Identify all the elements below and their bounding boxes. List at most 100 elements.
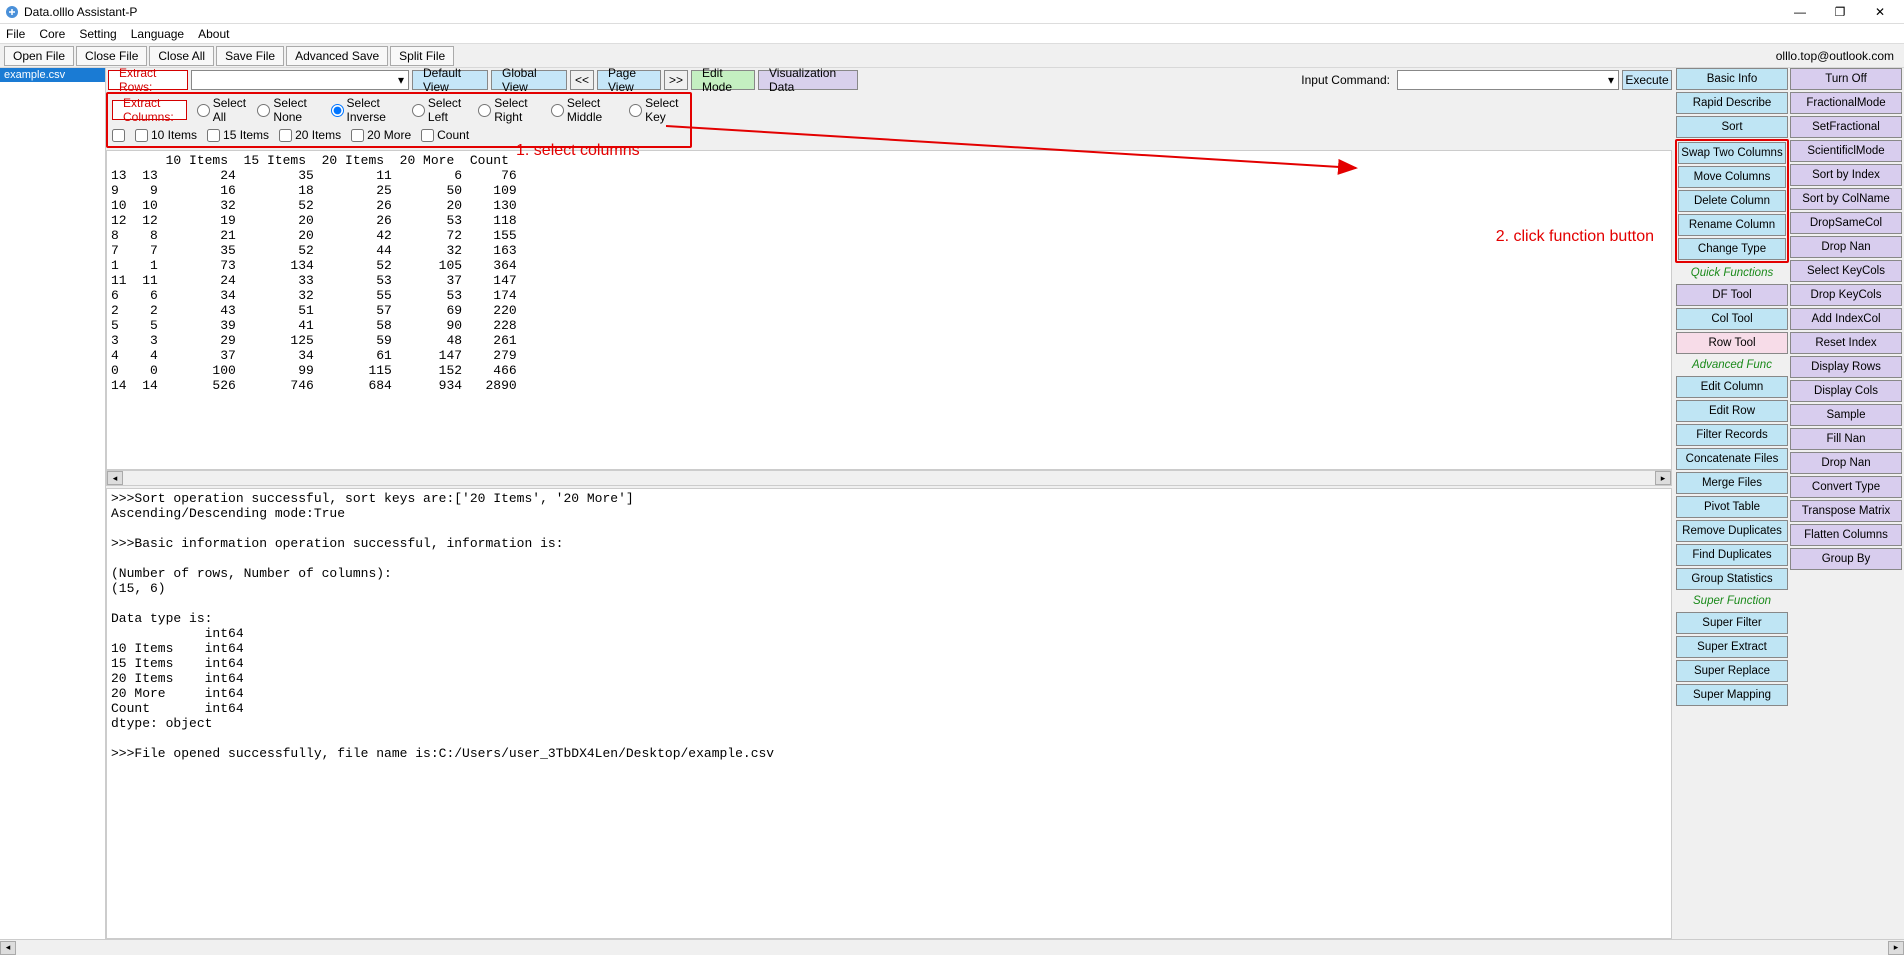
- file-tab-example[interactable]: example.csv: [0, 68, 105, 82]
- menu-core[interactable]: Core: [39, 27, 65, 41]
- panel-btn-display-rows[interactable]: Display Rows: [1790, 356, 1902, 378]
- panel-btn-drop-nan[interactable]: Drop Nan: [1790, 236, 1902, 258]
- panel-btn-rapid-describe[interactable]: Rapid Describe: [1676, 92, 1788, 114]
- split-file-button[interactable]: Split File: [390, 46, 454, 66]
- panel-btn-select-keycols[interactable]: Select KeyCols: [1790, 260, 1902, 282]
- check-count[interactable]: Count: [421, 128, 469, 142]
- panel-btn-merge-files[interactable]: Merge Files: [1676, 472, 1788, 494]
- edit-mode-button[interactable]: Edit Mode: [691, 70, 755, 90]
- menubar: File Core Setting Language About: [0, 24, 1904, 44]
- panel-btn-super-replace[interactable]: Super Replace: [1676, 660, 1788, 682]
- check-20more[interactable]: 20 More: [351, 128, 411, 142]
- scroll-left-icon[interactable]: ◂: [107, 471, 123, 485]
- default-view-button[interactable]: Default View: [412, 70, 488, 90]
- panel-btn-reset-index[interactable]: Reset Index: [1790, 332, 1902, 354]
- extract-columns-panel: Extract Columns: Select All Select None …: [106, 92, 692, 148]
- panel-btn-sort-by-colname[interactable]: Sort by ColName: [1790, 188, 1902, 210]
- panel-btn-super-extract[interactable]: Super Extract: [1676, 636, 1788, 658]
- save-file-button[interactable]: Save File: [216, 46, 284, 66]
- radio-select-none[interactable]: Select None: [257, 96, 320, 124]
- panel-btn-row-tool[interactable]: Row Tool: [1676, 332, 1788, 354]
- radio-select-middle[interactable]: Select Middle: [551, 96, 619, 124]
- window-hscroll[interactable]: ◂ ▸: [0, 939, 1904, 955]
- panel-btn-sample[interactable]: Sample: [1790, 404, 1902, 426]
- panel-btn-move-columns[interactable]: Move Columns: [1678, 166, 1786, 188]
- app-icon: [4, 4, 20, 20]
- panel-btn-scientificlmode[interactable]: ScientificlMode: [1790, 140, 1902, 162]
- radio-select-left[interactable]: Select Left: [412, 96, 468, 124]
- panel-btn-drop-nan[interactable]: Drop Nan: [1790, 452, 1902, 474]
- panel-btn-super-mapping[interactable]: Super Mapping: [1676, 684, 1788, 706]
- panel-btn-filter-records[interactable]: Filter Records: [1676, 424, 1788, 446]
- extract-rows-combo[interactable]: ▾: [191, 70, 409, 90]
- menu-file[interactable]: File: [6, 27, 25, 41]
- global-view-button[interactable]: Global View: [491, 70, 567, 90]
- maximize-button[interactable]: ❐: [1820, 0, 1860, 24]
- panel-btn-swap-two-columns[interactable]: Swap Two Columns: [1678, 142, 1786, 164]
- panel-btn-col-tool[interactable]: Col Tool: [1676, 308, 1788, 330]
- close-button[interactable]: ✕: [1860, 0, 1900, 24]
- panel-btn-fill-nan[interactable]: Fill Nan: [1790, 428, 1902, 450]
- radio-select-all[interactable]: Select All: [197, 96, 248, 124]
- close-all-button[interactable]: Close All: [149, 46, 214, 66]
- panel-btn-turn-off[interactable]: Turn Off: [1790, 68, 1902, 90]
- check-blank[interactable]: [112, 129, 125, 142]
- panel-btn-sort[interactable]: Sort: [1676, 116, 1788, 138]
- panel-btn-edit-row[interactable]: Edit Row: [1676, 400, 1788, 422]
- panel-btn-fractionalmode[interactable]: FractionalMode: [1790, 92, 1902, 114]
- panel-btn-convert-type[interactable]: Convert Type: [1790, 476, 1902, 498]
- panel-btn-group-by[interactable]: Group By: [1790, 548, 1902, 570]
- panel-btn-concatenate-files[interactable]: Concatenate Files: [1676, 448, 1788, 470]
- function-col-2: Turn OffFractionalModeSetFractionalScien…: [1790, 68, 1902, 939]
- data-grid-text[interactable]: 10 Items 15 Items 20 Items 20 More Count…: [106, 150, 1672, 470]
- panel-btn-remove-duplicates[interactable]: Remove Duplicates: [1676, 520, 1788, 542]
- panel-btn-dropsamecol[interactable]: DropSameCol: [1790, 212, 1902, 234]
- panel-btn-add-indexcol[interactable]: Add IndexCol: [1790, 308, 1902, 330]
- radio-select-right[interactable]: Select Right: [478, 96, 541, 124]
- menu-language[interactable]: Language: [131, 27, 184, 41]
- panel-btn-setfractional[interactable]: SetFractional: [1790, 116, 1902, 138]
- prev-page-button[interactable]: <<: [570, 70, 594, 90]
- close-file-button[interactable]: Close File: [76, 46, 147, 66]
- radio-select-inverse[interactable]: Select Inverse: [331, 96, 402, 124]
- panel-btn-transpose-matrix[interactable]: Transpose Matrix: [1790, 500, 1902, 522]
- panel-btn-edit-column[interactable]: Edit Column: [1676, 376, 1788, 398]
- page-view-button[interactable]: Page View: [597, 70, 661, 90]
- menu-about[interactable]: About: [198, 27, 229, 41]
- account-email: olllo.top@outlook.com: [1776, 49, 1900, 63]
- panel-btn-delete-column[interactable]: Delete Column: [1678, 190, 1786, 212]
- chevron-down-icon: ▾: [398, 73, 404, 87]
- visualization-button[interactable]: Visualization Data: [758, 70, 858, 90]
- check-15items[interactable]: 15 Items: [207, 128, 269, 142]
- panel-btn-sort-by-index[interactable]: Sort by Index: [1790, 164, 1902, 186]
- check-10items[interactable]: 10 Items: [135, 128, 197, 142]
- open-file-button[interactable]: Open File: [4, 46, 74, 66]
- panel-btn-pivot-table[interactable]: Pivot Table: [1676, 496, 1788, 518]
- panel-btn-group-statistics[interactable]: Group Statistics: [1676, 568, 1788, 590]
- panel-btn-basic-info[interactable]: Basic Info: [1676, 68, 1788, 90]
- execute-button[interactable]: Execute: [1622, 70, 1672, 90]
- panel-btn-rename-column[interactable]: Rename Column: [1678, 214, 1786, 236]
- minimize-button[interactable]: —: [1780, 0, 1820, 24]
- input-command-combo[interactable]: ▾: [1397, 70, 1619, 90]
- data-hscroll[interactable]: ◂ ▸: [106, 470, 1672, 486]
- panel-btn-change-type[interactable]: Change Type: [1678, 238, 1786, 260]
- check-20items[interactable]: 20 Items: [279, 128, 341, 142]
- input-command-label: Input Command:: [1301, 73, 1394, 87]
- panel-btn-super-filter[interactable]: Super Filter: [1676, 612, 1788, 634]
- panel-btn-flatten-columns[interactable]: Flatten Columns: [1790, 524, 1902, 546]
- panel-btn-find-duplicates[interactable]: Find Duplicates: [1676, 544, 1788, 566]
- panel-btn-super-function: Super Function: [1676, 592, 1788, 610]
- menu-setting[interactable]: Setting: [79, 27, 116, 41]
- panel-btn-advanced-func: Advanced Func: [1676, 356, 1788, 374]
- scroll-right-icon[interactable]: ▸: [1655, 471, 1671, 485]
- next-page-button[interactable]: >>: [664, 70, 688, 90]
- panel-btn-df-tool[interactable]: DF Tool: [1676, 284, 1788, 306]
- scroll-left-icon[interactable]: ◂: [0, 941, 16, 955]
- scroll-right-icon[interactable]: ▸: [1888, 941, 1904, 955]
- panel-btn-display-cols[interactable]: Display Cols: [1790, 380, 1902, 402]
- log-output[interactable]: >>>Sort operation successful, sort keys …: [106, 488, 1672, 939]
- advanced-save-button[interactable]: Advanced Save: [286, 46, 388, 66]
- radio-select-key[interactable]: Select Key: [629, 96, 686, 124]
- panel-btn-drop-keycols[interactable]: Drop KeyCols: [1790, 284, 1902, 306]
